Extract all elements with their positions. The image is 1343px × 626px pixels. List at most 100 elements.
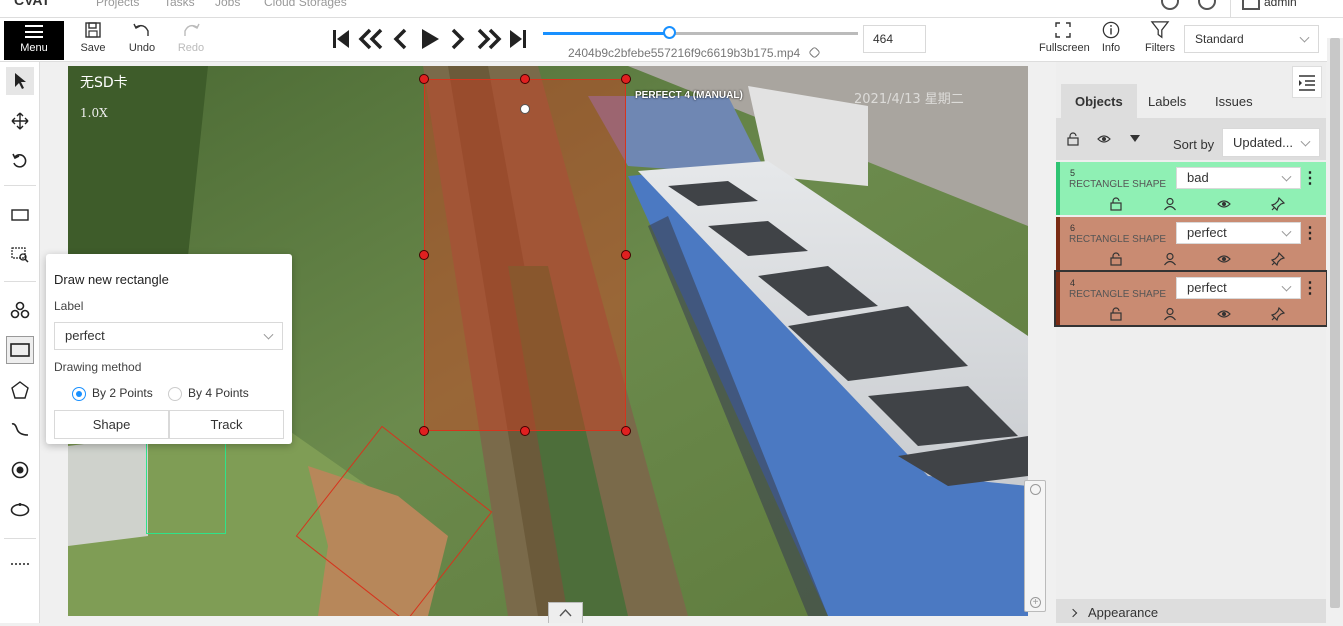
toolbar-divider [4,538,36,539]
rotation-handle[interactable] [520,104,530,114]
frame-number-input[interactable]: 464 [863,25,926,53]
menu-button[interactable]: Menu [4,21,64,60]
scrollbar-thumb[interactable] [1330,38,1340,608]
lock-icon[interactable] [1109,307,1123,321]
next-step-button[interactable] [476,26,502,52]
zoom-region-tool[interactable] [6,241,34,269]
more-tools[interactable] [6,550,34,578]
rotate-tool[interactable] [6,147,34,175]
polyline-icon [11,423,29,436]
github-icon[interactable] [1161,0,1179,10]
object-card[interactable]: 5 RECTANGLE SHAPE bad ⋮ [1056,162,1326,215]
eye-all-icon[interactable] [1097,132,1111,146]
frame-slider-handle[interactable] [663,26,676,39]
eye-icon[interactable] [1217,197,1231,211]
first-frame-button[interactable] [331,26,351,52]
bottom-panel-toggle[interactable] [548,602,583,623]
caret-down-icon[interactable] [1130,135,1140,143]
filters-button[interactable]: Filters [1144,21,1176,54]
zoom-in-icon[interactable]: + [1030,597,1041,608]
label-heading: Label [54,299,84,313]
ai-tools-icon [10,301,30,319]
video-date-text: 2021/4/13 星期二 [854,92,964,107]
tab-objects[interactable]: Objects [1061,84,1137,118]
label-select[interactable]: perfect [54,322,283,350]
tab-issues[interactable]: Issues [1201,84,1267,118]
pin-icon[interactable] [1271,307,1285,321]
draw-polyline-tool[interactable] [6,416,34,444]
eye-icon[interactable] [1217,252,1231,266]
method-four-points-radio[interactable]: By 4 Points [168,386,249,401]
lock-all-icon[interactable] [1066,132,1080,146]
resize-handle[interactable] [520,426,530,436]
selected-rectangle-shape[interactable] [419,74,631,436]
resize-handle[interactable] [520,74,530,84]
move-tool[interactable] [6,107,34,135]
appearance-collapse[interactable]: Appearance [1056,599,1326,623]
resize-handle[interactable] [621,250,631,260]
lock-icon[interactable] [1109,197,1123,211]
sort-select[interactable]: Updated... [1222,128,1320,157]
shape-button[interactable]: Shape [54,410,169,439]
previous-step-button[interactable] [358,26,384,52]
pin-icon[interactable] [1271,252,1285,266]
track-button[interactable]: Track [169,410,284,439]
fast-backward-icon [358,28,383,50]
draw-points-tool[interactable] [6,456,34,484]
resize-handle[interactable] [621,74,631,84]
last-frame-button[interactable] [508,26,528,52]
info-button[interactable]: Info [1099,21,1123,54]
resize-handle[interactable] [419,74,429,84]
object-menu-icon[interactable]: ⋮ [1302,278,1318,298]
cursor-tool[interactable] [6,67,34,95]
zoom-out-icon[interactable] [1030,484,1041,495]
lock-icon[interactable] [1109,252,1123,266]
nav-projects[interactable]: Projects [96,0,139,9]
zoom-slider[interactable]: + [1024,480,1046,612]
object-label-select[interactable]: perfect [1176,277,1301,299]
collapse-sidebar-button[interactable] [1292,66,1322,98]
object-label-select[interactable]: bad [1176,167,1301,189]
resize-handle[interactable] [419,250,429,260]
copy-link-icon[interactable] [807,46,821,59]
user-icon[interactable] [1242,0,1260,10]
tab-labels[interactable]: Labels [1134,84,1200,118]
next-frame-button[interactable] [450,26,466,52]
play-button[interactable] [420,26,440,52]
user-name[interactable]: admin [1264,0,1297,9]
object-menu-icon[interactable]: ⋮ [1302,223,1318,243]
save-button[interactable]: Save [80,21,106,54]
points-icon [11,461,29,479]
user-icon[interactable] [1163,197,1177,211]
ai-tools[interactable] [6,296,34,324]
eye-icon[interactable] [1217,307,1231,321]
nav-tasks[interactable]: Tasks [164,0,195,9]
undo-button[interactable]: Undo [126,21,158,54]
fit-image-tool[interactable] [6,201,34,229]
frame-slider[interactable] [543,26,858,39]
redo-button[interactable]: Redo [175,21,207,54]
page-scrollbar[interactable] [1327,38,1343,623]
workspace-select[interactable]: Standard [1184,25,1319,53]
resize-handle[interactable] [419,426,429,436]
help-icon[interactable] [1198,0,1216,10]
pin-icon[interactable] [1271,197,1285,211]
user-icon[interactable] [1163,307,1177,321]
user-icon[interactable] [1163,252,1177,266]
bad-rectangle-shape[interactable] [146,436,226,534]
object-card[interactable]: 4 RECTANGLE SHAPE perfect ⋮ [1054,270,1328,327]
object-id: 5 [1070,168,1076,178]
object-menu-icon[interactable]: ⋮ [1302,168,1318,188]
resize-handle[interactable] [621,426,631,436]
object-label-select[interactable]: perfect [1176,222,1301,244]
filename: 2404b9c2bfebe557216f9c6619b3b175.mp4 [568,46,801,60]
object-card[interactable]: 6 RECTANGLE SHAPE perfect ⋮ [1056,217,1326,270]
draw-rectangle-tool[interactable] [6,336,34,364]
nav-cloud-storages[interactable]: Cloud Storages [264,0,347,9]
nav-jobs[interactable]: Jobs [215,0,240,9]
previous-frame-button[interactable] [392,26,408,52]
draw-polygon-tool[interactable] [6,376,34,404]
fullscreen-button[interactable]: Fullscreen [1039,21,1090,54]
draw-ellipse-tool[interactable] [6,496,34,524]
method-two-points-radio[interactable]: By 2 Points [72,386,153,401]
